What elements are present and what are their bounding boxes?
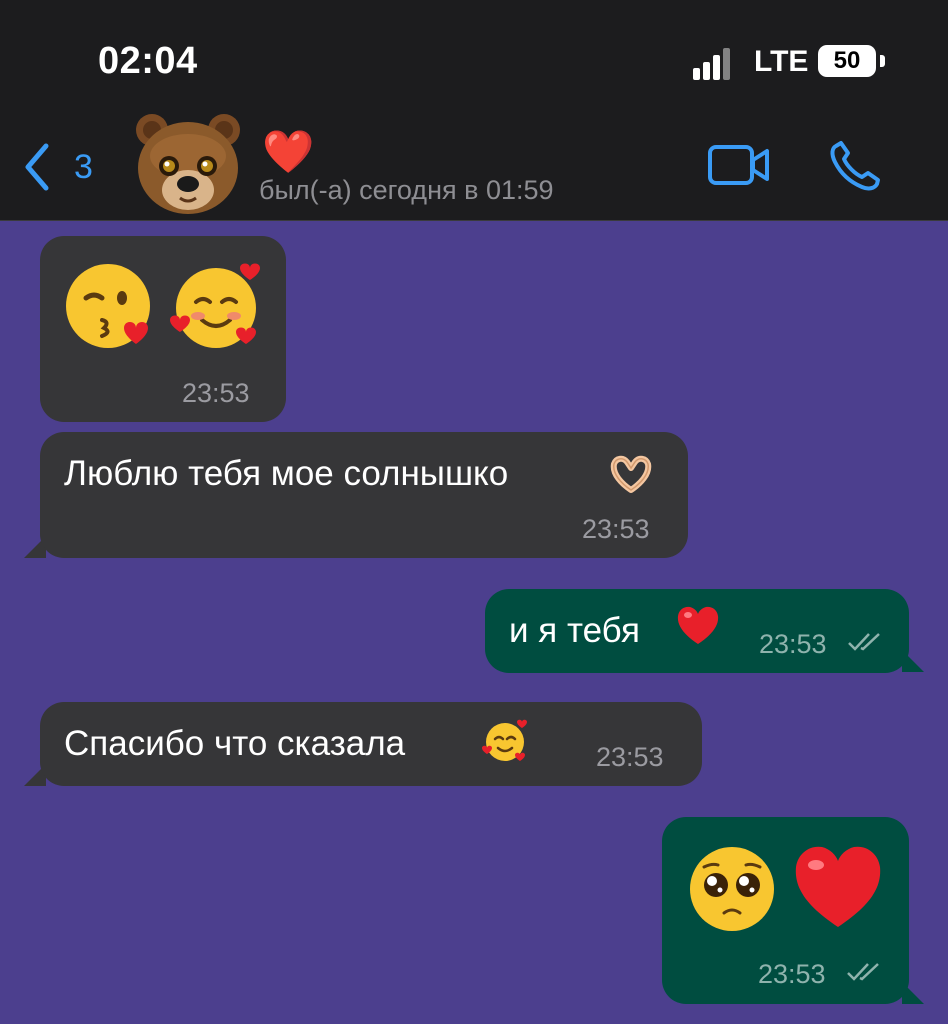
battery-cap	[880, 55, 885, 67]
read-receipt-icon	[848, 633, 880, 651]
message-bubble[interactable]: и я тебя 23:53	[485, 589, 909, 673]
message-time: 23:53	[182, 378, 250, 408]
message-bubble[interactable]: 23:53	[662, 817, 909, 1004]
signal-strength-icon	[693, 46, 739, 80]
bear-avatar[interactable]	[134, 110, 242, 218]
read-receipt-icon	[847, 963, 879, 981]
message-bubble[interactable]: Люблю тебя мое солнышко 23:53	[40, 432, 688, 558]
chevron-left-icon	[25, 143, 49, 191]
message-time: 23:53	[759, 629, 827, 659]
face-blowing-kiss-icon	[66, 264, 150, 348]
back-button[interactable]: 3	[18, 140, 108, 196]
message-time: 23:53	[596, 742, 664, 772]
message-bubble[interactable]: 23:53	[40, 236, 286, 422]
smiling-face-with-hearts-icon	[170, 263, 260, 348]
status-time: 02:04	[98, 40, 198, 82]
video-call-icon[interactable]	[707, 142, 771, 188]
pleading-face-icon	[690, 847, 774, 931]
message-text: и я тебя	[509, 611, 640, 650]
unread-count: 3	[74, 148, 93, 186]
message-time: 23:53	[758, 959, 826, 989]
smiling-face-with-hearts-icon	[482, 719, 527, 761]
message-text: Спасибо что сказала	[64, 724, 406, 763]
message-text: Люблю тебя мое солнышко	[64, 454, 509, 493]
contact-name[interactable]: ❤️	[262, 128, 314, 177]
status-bar: 02:04 LTE 50	[0, 0, 948, 100]
heart-hands-icon	[610, 455, 652, 493]
message-bubble[interactable]: Спасибо что сказала 23:53	[40, 702, 702, 786]
red-heart-icon	[795, 846, 881, 927]
last-seen-status: был(-а) сегодня в 01:59	[259, 175, 554, 205]
red-heart-icon	[677, 606, 719, 644]
phone-icon[interactable]	[828, 140, 884, 192]
message-time: 23:53	[582, 514, 650, 544]
battery-icon: 50	[818, 45, 876, 77]
network-type: LTE	[754, 45, 809, 78]
